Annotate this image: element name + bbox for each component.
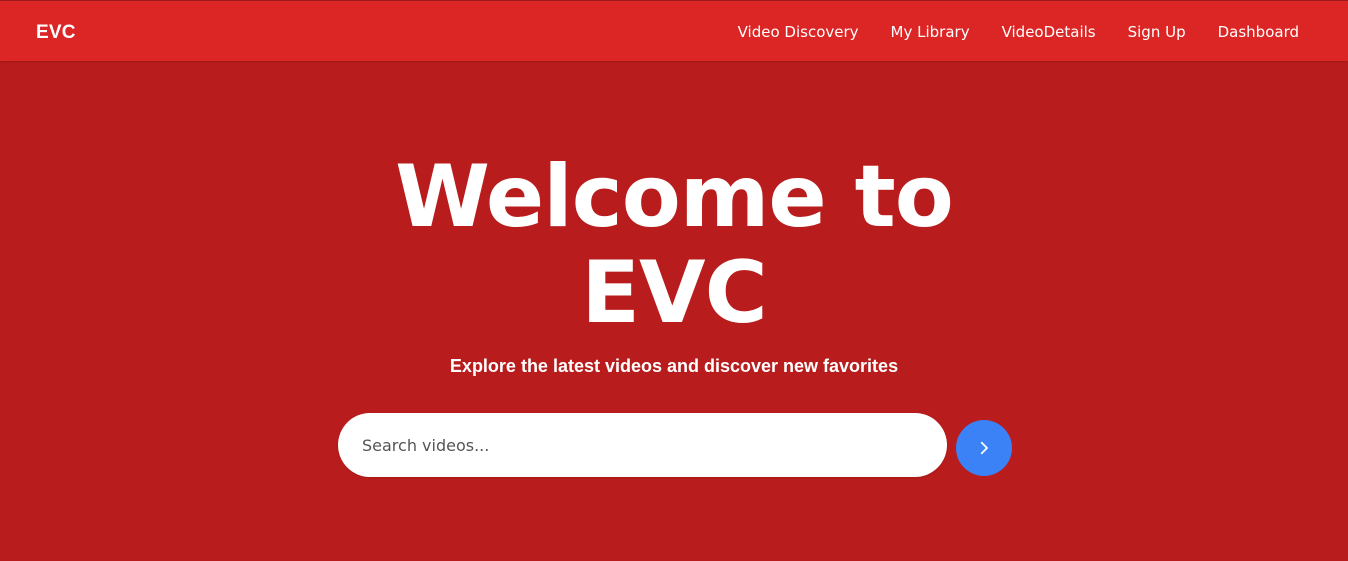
nav-link-dashboard[interactable]: Dashboard: [1218, 21, 1299, 43]
search-input[interactable]: [338, 413, 947, 477]
nav-links: Video Discovery My Library VideoDetails …: [738, 21, 1299, 43]
hero-subtitle: Explore the latest videos and discover n…: [449, 356, 899, 376]
nav-link-video-discovery[interactable]: Video Discovery: [738, 21, 859, 43]
search-submit-button[interactable]: [956, 420, 1012, 476]
nav-link-my-library[interactable]: My Library: [891, 21, 970, 43]
hero-title: Welcome to EVC: [395, 147, 954, 343]
chevron-right-icon: [975, 439, 993, 457]
hero-section: Welcome to EVC Explore the latest videos…: [0, 61, 1348, 561]
nav-link-sign-up[interactable]: Sign Up: [1128, 21, 1186, 43]
nav-link-video-details[interactable]: VideoDetails: [1002, 21, 1096, 43]
brand-logo-link[interactable]: EVC: [36, 21, 76, 45]
top-navbar: EVC Video Discovery My Library VideoDeta…: [0, 1, 1348, 61]
